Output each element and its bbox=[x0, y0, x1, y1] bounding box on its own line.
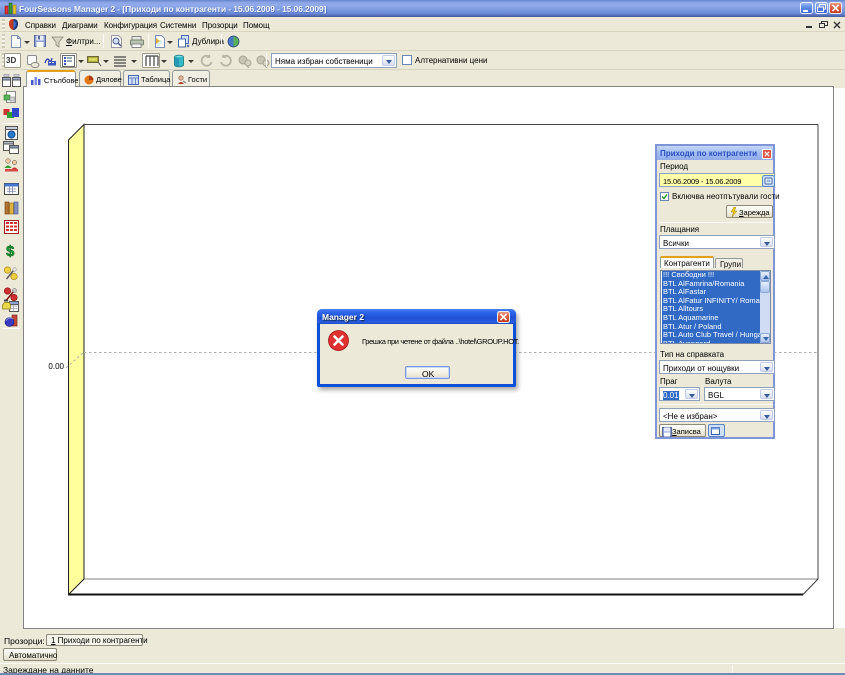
svg-text:0.00: 0.00 bbox=[48, 362, 64, 371]
svg-text:$: $ bbox=[6, 243, 15, 258]
